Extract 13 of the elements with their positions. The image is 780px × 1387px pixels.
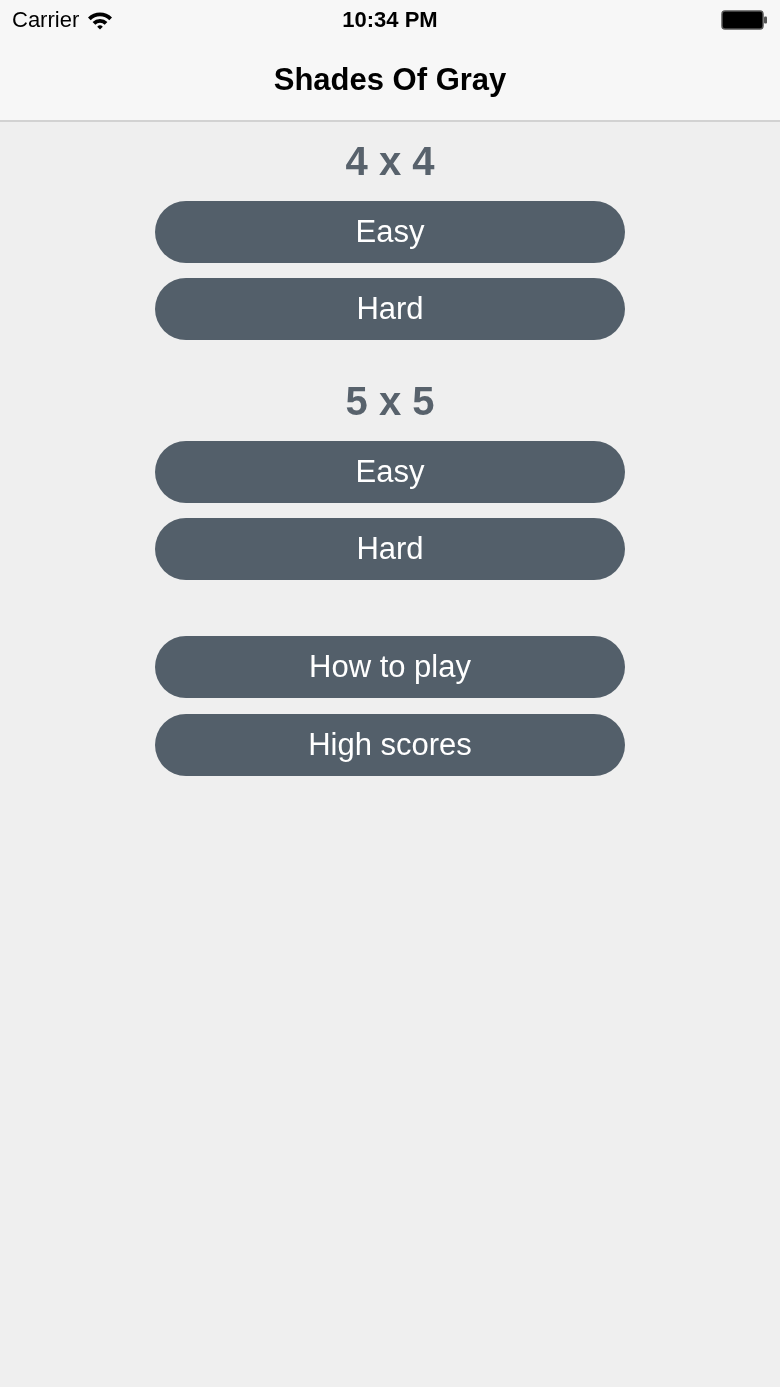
battery-icon xyxy=(721,10,768,30)
difficulty-button[interactable]: Easy xyxy=(155,201,625,263)
status-time: 10:34 PM xyxy=(342,7,438,33)
grid-size-heading: 4 x 4 xyxy=(345,138,435,185)
grid-size-heading: 5 x 5 xyxy=(345,378,435,425)
difficulty-button[interactable]: Easy xyxy=(155,441,625,503)
difficulty-button[interactable]: Hard xyxy=(155,518,625,580)
carrier-name: Carrier xyxy=(12,7,80,33)
wifi-icon xyxy=(87,10,114,30)
menu-button[interactable]: How to play xyxy=(155,636,625,698)
menu-button[interactable]: High scores xyxy=(155,714,625,776)
difficulty-button[interactable]: Hard xyxy=(155,278,625,340)
screen-title: Shades Of Gray xyxy=(273,62,507,98)
